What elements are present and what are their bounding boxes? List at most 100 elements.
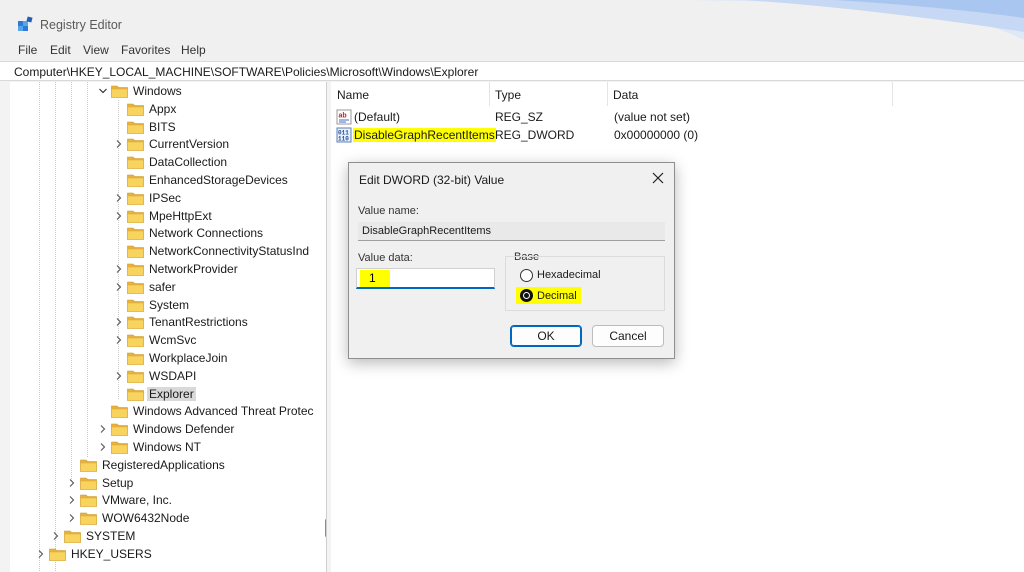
folder-icon xyxy=(127,334,144,347)
tree-item[interactable]: TenantRestrictions xyxy=(114,314,326,331)
tree-item-label: EnhancedStorageDevices xyxy=(149,173,288,187)
folder-icon xyxy=(127,299,144,312)
menu-favorites[interactable]: Favorites xyxy=(121,43,170,57)
tree-item[interactable]: CurrentVersion xyxy=(114,136,326,153)
tree-item[interactable]: Network Connections xyxy=(114,225,326,242)
chevron-right-icon[interactable] xyxy=(114,139,124,149)
tree-item[interactable]: System xyxy=(114,297,326,314)
tree-item[interactable]: VMware, Inc. xyxy=(67,492,326,509)
tree-item-label: Setup xyxy=(102,475,134,490)
value-name-field: DisableGraphRecentItems xyxy=(358,222,665,241)
tree-item[interactable]: Setup xyxy=(67,475,326,492)
tree-item-label: SYSTEM xyxy=(86,529,136,543)
tree-item[interactable]: WcmSvc xyxy=(114,332,326,349)
menu-view[interactable]: View xyxy=(83,43,109,57)
menu-file[interactable]: File xyxy=(18,43,37,57)
tree-item[interactable]: SYSTEM xyxy=(51,528,326,545)
desktop-wallpaper-swoosh xyxy=(684,0,1024,40)
folder-icon xyxy=(80,459,97,472)
column-separator[interactable] xyxy=(892,82,893,106)
value-data-label: Value data: xyxy=(358,252,413,264)
folder-icon xyxy=(127,174,144,187)
hexadecimal-label[interactable]: Hexadecimal xyxy=(537,269,601,281)
tree-item[interactable]: EnhancedStorageDevices xyxy=(114,172,326,189)
tree-item-label: Windows Advanced Threat Protec xyxy=(133,404,314,419)
tree-item-label: NetworkConnectivityStatusInd xyxy=(149,244,310,259)
chevron-right-icon[interactable] xyxy=(67,478,77,488)
title-bar: Registry Editor xyxy=(0,0,1024,40)
tree-scrollbar-thumb[interactable] xyxy=(325,519,326,537)
address-bar[interactable]: Computer\HKEY_LOCAL_MACHINE\SOFTWARE\Pol… xyxy=(0,61,1024,81)
folder-icon xyxy=(127,228,144,241)
chevron-right-icon[interactable] xyxy=(36,549,46,559)
menu-help[interactable]: Help xyxy=(181,43,206,57)
chevron-right-icon[interactable] xyxy=(114,193,124,203)
chevron-right-icon[interactable] xyxy=(98,424,108,434)
column-header-data[interactable]: Data xyxy=(607,82,892,106)
chevron-right-icon[interactable] xyxy=(114,211,124,221)
tree-item[interactable]: Explorer xyxy=(114,386,326,403)
tree-item[interactable]: BITS xyxy=(114,119,326,136)
tree-item-label: RegisteredApplications xyxy=(102,457,225,472)
tree-item[interactable]: RegisteredApplications xyxy=(67,457,326,474)
decimal-label[interactable]: Decimal xyxy=(537,290,577,302)
list-row-disablegraphrecentitems[interactable]: 011 110 DisableGraphRecentItems REG_DWOR… xyxy=(331,126,931,144)
chevron-right-icon[interactable] xyxy=(114,282,124,292)
tree-item-label: TenantRestrictions xyxy=(149,315,248,330)
chevron-right-icon[interactable] xyxy=(51,531,61,541)
tree-item[interactable]: WSDAPI xyxy=(114,368,326,385)
tree-item[interactable]: DataCollection xyxy=(114,154,326,171)
decimal-radio[interactable] xyxy=(520,289,533,302)
list-row-default[interactable]: ab (Default) REG_SZ (value not set) xyxy=(331,108,931,126)
column-header-name[interactable]: Name xyxy=(331,82,489,106)
tree-item[interactable]: NetworkProvider xyxy=(114,261,326,278)
tree-item[interactable]: HKEY_USERS xyxy=(36,546,326,563)
tree-item[interactable]: MpeHttpExt xyxy=(114,208,326,225)
close-icon[interactable] xyxy=(651,171,665,185)
value-data-input-wrapper[interactable] xyxy=(356,268,495,289)
value-data: 0x00000000 (0) xyxy=(614,128,699,142)
tree-item[interactable]: NetworkConnectivityStatusInd xyxy=(114,243,326,260)
tree-pane[interactable]: Windows Appx BITS CurrentVersion DataCollect… xyxy=(10,82,327,572)
hexadecimal-radio[interactable] xyxy=(520,269,533,282)
menu-edit[interactable]: Edit xyxy=(50,43,71,57)
value-data: (value not set) xyxy=(614,110,691,124)
chevron-right-icon[interactable] xyxy=(114,264,124,274)
tree-item-label: IPSec xyxy=(149,190,182,205)
folder-icon xyxy=(127,156,144,169)
tree-item-label: Network Connections xyxy=(149,226,264,241)
tree-item[interactable]: Windows Defender xyxy=(98,421,326,438)
tree-item[interactable]: Windows NT xyxy=(98,439,326,456)
ok-button[interactable]: OK xyxy=(510,325,582,347)
tree-item[interactable]: Windows Advanced Threat Protec xyxy=(98,403,326,420)
folder-icon xyxy=(127,317,144,330)
tree-item-label: WcmSvc xyxy=(149,333,197,348)
string-value-icon: ab xyxy=(336,109,352,125)
tree-item[interactable]: Appx xyxy=(114,101,326,118)
chevron-right-icon[interactable] xyxy=(114,335,124,345)
tree-item[interactable]: IPSec xyxy=(114,190,326,207)
address-path[interactable]: Computer\HKEY_LOCAL_MACHINE\SOFTWARE\Pol… xyxy=(14,65,478,79)
tree-item-label: WOW6432Node xyxy=(102,511,190,526)
registry-editor-icon xyxy=(18,16,33,31)
tree-item-label: DataCollection xyxy=(149,155,228,170)
tree-item-label: VMware, Inc. xyxy=(102,493,173,508)
column-header-type[interactable]: Type xyxy=(489,82,607,106)
tree-item[interactable]: Windows xyxy=(98,83,326,100)
folder-icon xyxy=(127,192,144,205)
tree-item[interactable]: WorkplaceJoin xyxy=(114,350,326,367)
chevron-right-icon[interactable] xyxy=(67,513,77,523)
tree-item-label: MpeHttpExt xyxy=(149,208,212,223)
chevron-down-icon[interactable] xyxy=(98,86,108,96)
chevron-right-icon[interactable] xyxy=(98,442,108,452)
tree-item-label: System xyxy=(149,297,190,312)
tree-item[interactable]: safer xyxy=(114,279,326,296)
tree-item[interactable]: WOW6432Node xyxy=(67,510,326,527)
svg-text:110: 110 xyxy=(338,136,349,143)
value-data-input[interactable] xyxy=(357,269,494,287)
chevron-right-icon[interactable] xyxy=(67,495,77,505)
chevron-right-icon[interactable] xyxy=(114,371,124,381)
chevron-right-icon[interactable] xyxy=(114,317,124,327)
cancel-button[interactable]: Cancel xyxy=(592,325,664,347)
tree-item-label: WorkplaceJoin xyxy=(149,351,228,365)
